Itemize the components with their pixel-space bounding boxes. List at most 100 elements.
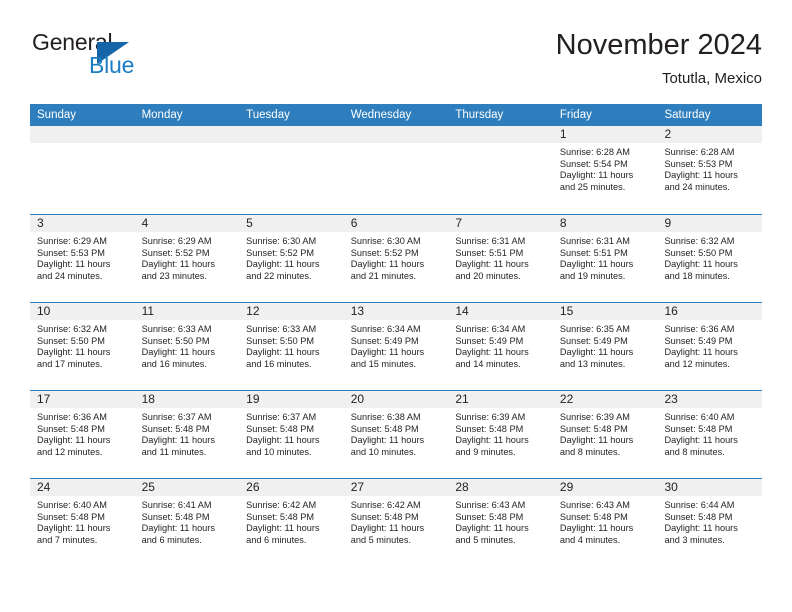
sunset-time: Sunset: 5:49 PM xyxy=(664,335,733,346)
sunset-time: Sunset: 5:48 PM xyxy=(455,511,524,522)
day-number: 18 xyxy=(134,391,240,408)
daylight-duration-line2: and 11 minutes. xyxy=(141,446,207,457)
sunset-time: Sunset: 5:52 PM xyxy=(141,247,210,258)
location-subtitle: Totutla, Mexico xyxy=(661,70,762,87)
day-details: Sunrise: 6:30 AM Sunset: 5:52 PM Daylight:… xyxy=(344,232,449,282)
calendar-day-cell[interactable]: 4 Sunrise: 6:29 AM Sunset: 5:52 PM Daylight… xyxy=(134,215,240,302)
daylight-duration-line1: Daylight: 11 hours xyxy=(664,523,738,534)
day-details: Sunrise: 6:29 AM Sunset: 5:53 PM Daylight:… xyxy=(30,232,135,282)
calendar-day-cell[interactable]: 3 Sunrise: 6:29 AM Sunset: 5:53 PM Daylight… xyxy=(30,215,135,302)
sunset-time: Sunset: 5:48 PM xyxy=(350,511,419,522)
calendar-day-cell[interactable]: 1 Sunrise: 6:28 AM Sunset: 5:54 PM Daylight… xyxy=(552,126,658,214)
calendar-day-cell[interactable]: 25 Sunrise: 6:41 AM Sunset: 5:48 PM Dayligh… xyxy=(134,479,240,566)
daylight-duration-line2: and 24 minutes. xyxy=(664,181,730,192)
day-details: Sunrise: 6:34 AM Sunset: 5:49 PM Daylight:… xyxy=(344,320,449,370)
daylight-duration-line2: and 18 minutes. xyxy=(664,270,730,281)
calendar-day-cell[interactable]: 17 Sunrise: 6:36 AM Sunset: 5:48 PM Dayligh… xyxy=(30,391,135,478)
calendar-day-cell[interactable]: 19 Sunrise: 6:37 AM Sunset: 5:48 PM Dayligh… xyxy=(239,391,344,478)
daylight-duration-line1: Daylight: 11 hours xyxy=(246,347,320,358)
day-number: 14 xyxy=(448,303,553,320)
day-number: 5 xyxy=(239,215,344,232)
daylight-duration-line2: and 9 minutes. xyxy=(455,446,516,457)
daylight-duration-line1: Daylight: 11 hours xyxy=(37,347,111,358)
calendar-empty-cell xyxy=(448,126,553,214)
calendar-day-cell[interactable]: 7 Sunrise: 6:31 AM Sunset: 5:51 PM Daylight… xyxy=(448,215,553,302)
calendar-day-cell[interactable]: 23 Sunrise: 6:40 AM Sunset: 5:48 PM Dayligh… xyxy=(657,391,763,478)
day-number: 27 xyxy=(343,479,449,496)
daylight-duration-line2: and 17 minutes. xyxy=(37,358,103,369)
calendar-day-cell[interactable]: 15 Sunrise: 6:35 AM Sunset: 5:49 PM Dayligh… xyxy=(552,303,658,390)
weekday-header-monday: Monday xyxy=(141,109,183,121)
daylight-duration-line1: Daylight: 11 hours xyxy=(37,523,111,534)
day-number: 9 xyxy=(657,215,763,232)
sunset-time: Sunset: 5:49 PM xyxy=(455,335,524,346)
day-number: 1 xyxy=(552,126,658,143)
daylight-duration-line2: and 12 minutes. xyxy=(37,446,103,457)
day-details: Sunrise: 6:41 AM Sunset: 5:48 PM Daylight:… xyxy=(135,496,240,546)
daylight-duration-line2: and 14 minutes. xyxy=(455,358,521,369)
calendar-week-row: 10 Sunrise: 6:32 AM Sunset: 5:50 PM Dayligh… xyxy=(30,302,763,390)
daylight-duration-line1: Daylight: 11 hours xyxy=(141,435,215,446)
calendar-day-cell[interactable]: 21 Sunrise: 6:39 AM Sunset: 5:48 PM Dayligh… xyxy=(448,391,553,478)
day-number: 10 xyxy=(30,303,135,320)
calendar-day-cell[interactable]: 27 Sunrise: 6:42 AM Sunset: 5:48 PM Dayligh… xyxy=(343,479,449,566)
weekday-header-row: Sunday Monday Tuesday Wednesday Thursday… xyxy=(30,104,762,126)
day-details: Sunrise: 6:43 AM Sunset: 5:48 PM Daylight:… xyxy=(448,496,553,546)
day-details: Sunrise: 6:40 AM Sunset: 5:48 PM Daylight:… xyxy=(657,408,762,458)
calendar-day-cell[interactable]: 8 Sunrise: 6:31 AM Sunset: 5:51 PM Daylight… xyxy=(552,215,658,302)
daylight-duration-line2: and 16 minutes. xyxy=(141,358,207,369)
calendar-day-cell[interactable]: 20 Sunrise: 6:38 AM Sunset: 5:48 PM Dayligh… xyxy=(343,391,449,478)
sunset-time: Sunset: 5:50 PM xyxy=(141,335,210,346)
daylight-duration-line1: Daylight: 11 hours xyxy=(559,259,634,270)
sunrise-time: Sunrise: 6:38 AM xyxy=(350,412,421,422)
day-details: Sunrise: 6:43 AM Sunset: 5:48 PM Daylight:… xyxy=(553,496,658,546)
weekday-header-wednesday: Wednesday xyxy=(350,109,412,121)
sunset-time: Sunset: 5:50 PM xyxy=(37,335,105,346)
sunset-time: Sunset: 5:51 PM xyxy=(559,247,628,258)
daylight-duration-line2: and 8 minutes. xyxy=(559,446,621,457)
calendar-day-cell[interactable]: 18 Sunrise: 6:37 AM Sunset: 5:48 PM Dayligh… xyxy=(134,391,240,478)
sunrise-time: Sunrise: 6:28 AM xyxy=(559,147,630,157)
calendar-day-cell[interactable]: 16 Sunrise: 6:36 AM Sunset: 5:49 PM Dayligh… xyxy=(657,303,763,390)
sunrise-time: Sunrise: 6:39 AM xyxy=(559,412,630,422)
daylight-duration-line2: and 4 minutes. xyxy=(559,534,621,545)
day-number: 2 xyxy=(657,126,763,143)
calendar-day-cell[interactable]: 22 Sunrise: 6:39 AM Sunset: 5:48 PM Dayligh… xyxy=(552,391,658,478)
calendar-day-cell[interactable]: 13 Sunrise: 6:34 AM Sunset: 5:49 PM Dayligh… xyxy=(343,303,449,390)
sunrise-time: Sunrise: 6:42 AM xyxy=(350,500,421,510)
sunrise-time: Sunrise: 6:36 AM xyxy=(37,412,107,422)
calendar-day-cell[interactable]: 11 Sunrise: 6:33 AM Sunset: 5:50 PM Dayligh… xyxy=(134,303,240,390)
daylight-duration-line1: Daylight: 11 hours xyxy=(246,259,320,270)
day-details: Sunrise: 6:36 AM Sunset: 5:49 PM Daylight:… xyxy=(657,320,762,370)
day-number: 13 xyxy=(343,303,449,320)
calendar-day-cell[interactable]: 9 Sunrise: 6:32 AM Sunset: 5:50 PM Daylight… xyxy=(657,215,763,302)
calendar-day-cell[interactable]: 6 Sunrise: 6:30 AM Sunset: 5:52 PM Daylight… xyxy=(343,215,449,302)
sunset-time: Sunset: 5:49 PM xyxy=(350,335,419,346)
sunset-time: Sunset: 5:48 PM xyxy=(141,511,210,522)
calendar-day-cell[interactable]: 12 Sunrise: 6:33 AM Sunset: 5:50 PM Dayligh… xyxy=(239,303,344,390)
calendar-day-cell[interactable]: 30 Sunrise: 6:44 AM Sunset: 5:48 PM Dayligh… xyxy=(657,479,763,566)
sunrise-time: Sunrise: 6:28 AM xyxy=(664,147,735,157)
day-number: 17 xyxy=(30,391,135,408)
page-header: General Blue November 2024 Totutla, Mexi… xyxy=(30,28,762,100)
calendar-day-cell[interactable]: 28 Sunrise: 6:43 AM Sunset: 5:48 PM Dayligh… xyxy=(448,479,553,566)
day-details: Sunrise: 6:33 AM Sunset: 5:50 PM Daylight:… xyxy=(239,320,344,370)
day-details: Sunrise: 6:39 AM Sunset: 5:48 PM Daylight:… xyxy=(448,408,553,458)
calendar-day-cell[interactable]: 2 Sunrise: 6:28 AM Sunset: 5:53 PM Daylight… xyxy=(657,126,763,214)
calendar-page: General Blue November 2024 Totutla, Mexi… xyxy=(0,0,792,612)
sunset-time: Sunset: 5:48 PM xyxy=(664,423,733,434)
calendar-week-row: 1 Sunrise: 6:28 AM Sunset: 5:54 PM Daylight… xyxy=(30,126,763,214)
calendar-day-cell[interactable]: 10 Sunrise: 6:32 AM Sunset: 5:50 PM Dayligh… xyxy=(30,303,135,390)
calendar-day-cell[interactable]: 26 Sunrise: 6:42 AM Sunset: 5:48 PM Dayligh… xyxy=(239,479,344,566)
daylight-duration-line2: and 8 minutes. xyxy=(664,446,725,457)
calendar-day-cell[interactable]: 24 Sunrise: 6:40 AM Sunset: 5:48 PM Dayligh… xyxy=(30,479,135,566)
calendar-day-cell[interactable]: 5 Sunrise: 6:30 AM Sunset: 5:52 PM Daylight… xyxy=(239,215,344,302)
calendar-day-cell[interactable]: 14 Sunrise: 6:34 AM Sunset: 5:49 PM Dayligh… xyxy=(448,303,553,390)
daylight-duration-line2: and 13 minutes. xyxy=(559,358,626,369)
calendar-day-cell[interactable]: 29 Sunrise: 6:43 AM Sunset: 5:48 PM Dayligh… xyxy=(552,479,658,566)
sunrise-time: Sunrise: 6:32 AM xyxy=(664,236,735,246)
sunset-time: Sunset: 5:48 PM xyxy=(350,423,419,434)
sunrise-time: Sunrise: 6:40 AM xyxy=(664,412,735,422)
calendar-empty-cell xyxy=(30,126,135,214)
sunset-time: Sunset: 5:48 PM xyxy=(455,423,524,434)
